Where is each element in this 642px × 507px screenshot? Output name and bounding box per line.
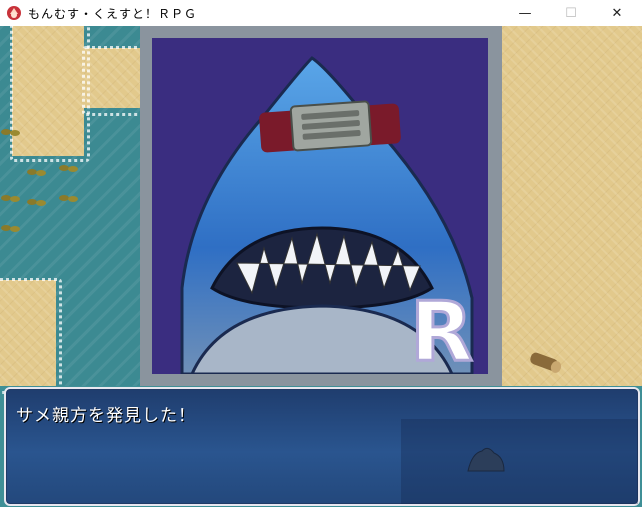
close-button[interactable]: ✕ xyxy=(594,0,640,26)
driftwood-icon xyxy=(530,352,562,373)
shore-foam xyxy=(10,26,90,162)
seaweed-icon xyxy=(1,129,20,136)
message-text: サメ親方を発見した！ xyxy=(16,406,196,426)
app-icon xyxy=(7,6,21,20)
maximize-button[interactable]: ☐ xyxy=(548,0,594,26)
sand-right xyxy=(500,26,642,386)
seaweed-icon xyxy=(1,225,20,232)
shore-foam-3 xyxy=(0,278,62,394)
sea-rock-icon xyxy=(467,447,505,472)
close-icon: ✕ xyxy=(611,5,623,21)
message-shade xyxy=(401,419,638,504)
minimize-button[interactable]: — xyxy=(502,0,548,26)
seaweed-icon xyxy=(1,195,20,202)
shark-portrait: R xyxy=(152,38,488,374)
window-title: もんむす・くえすと！ＲＰＧ xyxy=(28,7,198,21)
seaweed-icon xyxy=(59,195,78,202)
maximize-icon: ☐ xyxy=(565,5,577,21)
shore-foam-2 xyxy=(82,46,146,116)
watermark-logo: R xyxy=(408,285,474,374)
seaweed-icon xyxy=(59,165,78,172)
title-bar: もんむす・くえすと！ＲＰＧ — ☐ ✕ xyxy=(0,0,642,27)
seaweed-icon xyxy=(27,199,46,206)
seaweed-icon xyxy=(27,169,46,176)
minimize-icon: — xyxy=(518,5,532,21)
game-screen[interactable]: R サメ親方を発見した！ xyxy=(0,26,642,507)
message-window[interactable]: サメ親方を発見した！ xyxy=(4,387,640,506)
